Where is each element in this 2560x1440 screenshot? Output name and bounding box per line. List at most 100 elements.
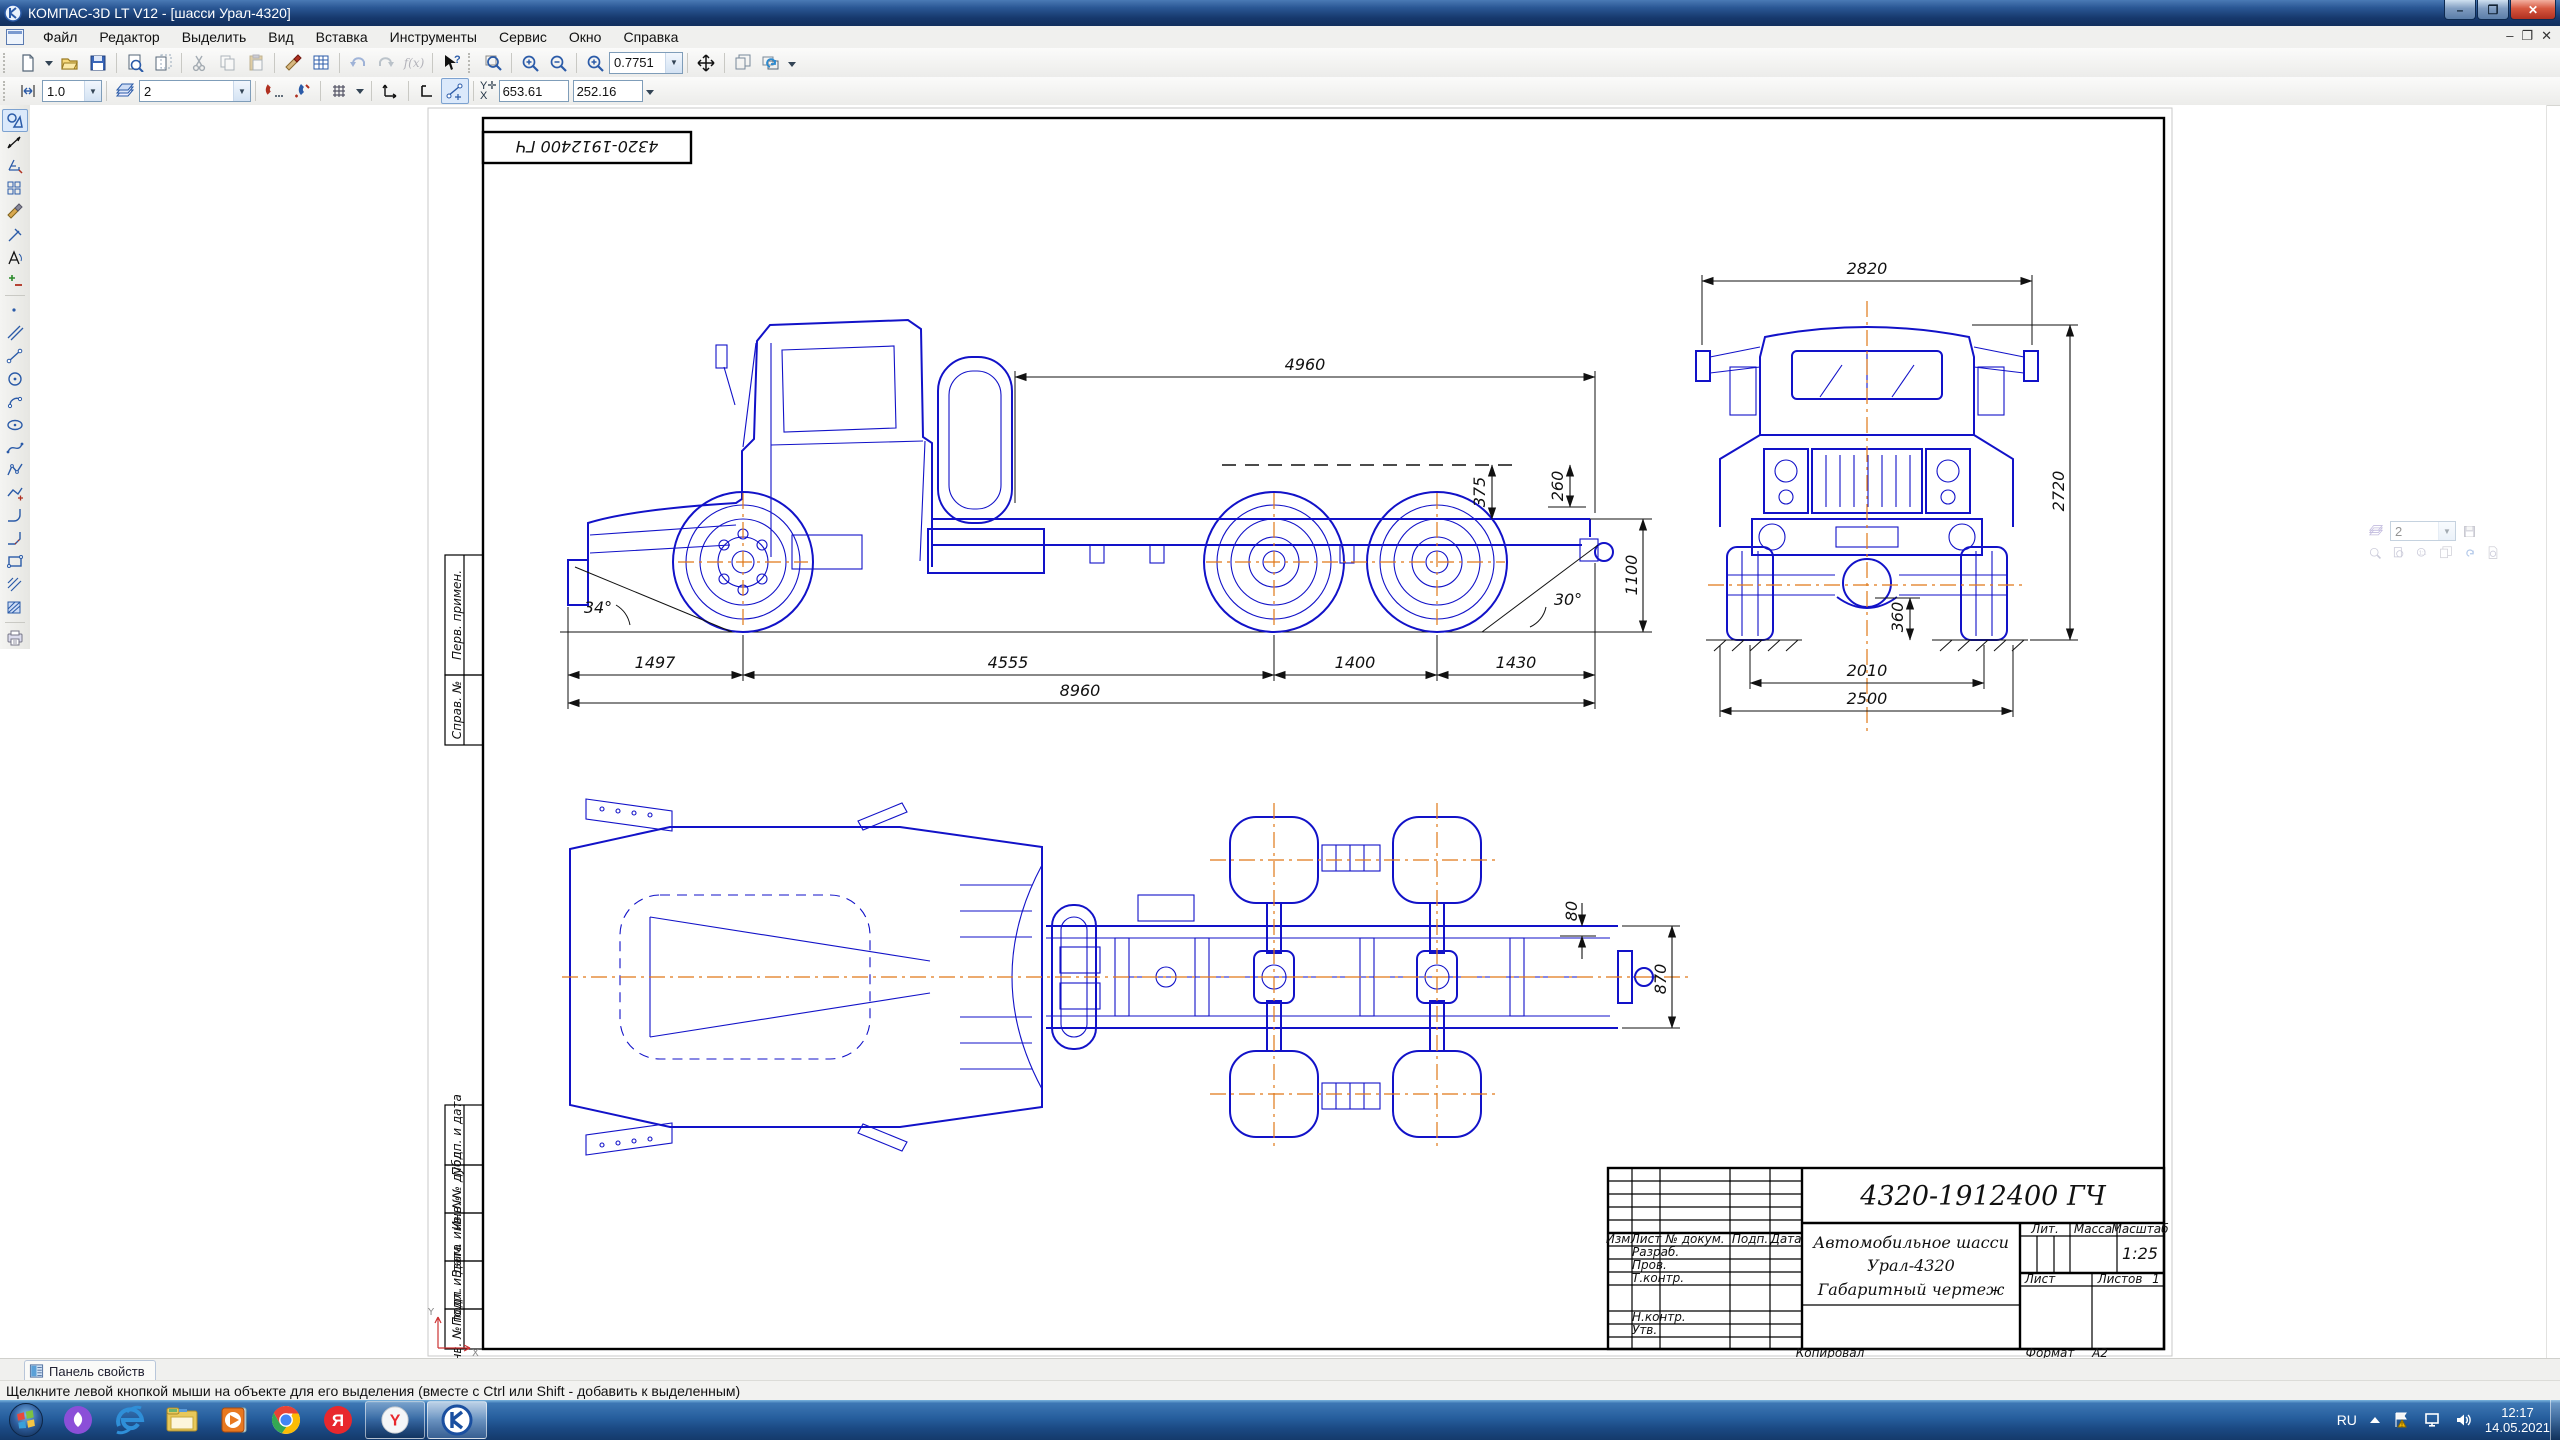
zoom-window-icon[interactable] bbox=[2364, 543, 2386, 563]
ortho-mode-button[interactable] bbox=[413, 78, 441, 104]
coord-x-field[interactable]: 653.61 bbox=[499, 80, 569, 102]
chamfer-tool-button[interactable] bbox=[2, 528, 28, 551]
zoom-scale-icon[interactable]: 1:1 bbox=[2411, 543, 2433, 563]
dimensions-mode-button[interactable] bbox=[2, 132, 28, 155]
taskbar-yandex-icon[interactable]: Я bbox=[312, 1401, 364, 1439]
network-icon[interactable] bbox=[2423, 1412, 2443, 1428]
fillet-tool-button[interactable] bbox=[2, 505, 28, 528]
rounding-toggle-button[interactable] bbox=[441, 78, 469, 104]
undo-button[interactable] bbox=[344, 50, 372, 76]
chevron-down-icon[interactable]: ▼ bbox=[665, 53, 682, 73]
zoom-out-button[interactable] bbox=[544, 50, 572, 76]
chevron-down-icon[interactable]: ▼ bbox=[233, 81, 250, 101]
minimize-button[interactable]: – bbox=[2444, 0, 2476, 20]
layer-combo[interactable]: 2 ▼ bbox=[139, 80, 251, 102]
new-document-button[interactable] bbox=[14, 50, 42, 76]
parametrization-mode-button[interactable] bbox=[2, 223, 28, 246]
step-combo[interactable]: 1.0 ▼ bbox=[42, 80, 102, 102]
polyline-tool-button[interactable] bbox=[2, 459, 28, 482]
update-image-button[interactable] bbox=[729, 50, 757, 76]
mdi-close-button[interactable]: ✕ bbox=[2541, 28, 2552, 44]
local-cs-button[interactable] bbox=[376, 78, 404, 104]
taskbar-explorer-icon[interactable] bbox=[156, 1401, 208, 1439]
cut-button[interactable] bbox=[186, 50, 214, 76]
segment-tool-button[interactable] bbox=[2, 345, 28, 368]
zoom-scale-value[interactable]: 0.7751 bbox=[610, 55, 665, 70]
format-brush-button[interactable] bbox=[279, 50, 307, 76]
new-document-dropdown[interactable] bbox=[42, 50, 56, 76]
copy-button[interactable] bbox=[214, 50, 242, 76]
hatch-lines-tool-button[interactable] bbox=[2, 573, 28, 596]
step-value[interactable]: 1.0 bbox=[43, 84, 84, 99]
redo-button[interactable] bbox=[372, 50, 400, 76]
spreadsheet-button[interactable] bbox=[307, 50, 335, 76]
layers-icon[interactable] bbox=[2364, 521, 2388, 541]
editing-mode-button[interactable] bbox=[2, 201, 28, 224]
layer-value[interactable]: 2 bbox=[140, 84, 233, 99]
menu-insert[interactable]: Вставка bbox=[305, 27, 379, 47]
auxiliary-line-tool-button[interactable] bbox=[2, 322, 28, 345]
close-button[interactable]: ✕ bbox=[2510, 0, 2556, 20]
continuous-input-tool-button[interactable] bbox=[2, 482, 28, 505]
fx-variables-button[interactable]: f(x) bbox=[400, 50, 428, 76]
coord-y-field[interactable]: 252.16 bbox=[573, 80, 643, 102]
taskbar-chrome-icon[interactable] bbox=[260, 1401, 312, 1439]
toolbar-grip[interactable] bbox=[468, 53, 476, 73]
taskbar-ie-icon[interactable] bbox=[104, 1401, 156, 1439]
start-button[interactable] bbox=[0, 1401, 52, 1439]
grid-dropdown[interactable] bbox=[353, 78, 367, 104]
context-help-button[interactable]: ? bbox=[437, 50, 465, 76]
toolbar-options-chevron[interactable] bbox=[643, 78, 657, 104]
save-icon[interactable] bbox=[2458, 521, 2480, 541]
mdi-minimize-button[interactable]: – bbox=[2506, 28, 2513, 44]
array-mode-button[interactable] bbox=[2, 178, 28, 201]
geometry-mode-button[interactable] bbox=[2, 109, 28, 132]
circle-tool-button[interactable] bbox=[2, 368, 28, 391]
floating-view-toolbar[interactable]: 2▼ 1:1 bbox=[2364, 521, 2504, 567]
menu-view[interactable]: Вид bbox=[257, 27, 304, 47]
zoom-selected-button[interactable] bbox=[581, 50, 609, 76]
menu-help[interactable]: Справка bbox=[612, 27, 689, 47]
chevron-down-icon[interactable]: ▼ bbox=[84, 81, 101, 101]
print-preview-button[interactable] bbox=[121, 50, 149, 76]
show-desktop-button[interactable] bbox=[2550, 1400, 2560, 1440]
drawing-canvas[interactable]: 4320-1912400 ГЧ Перв. примен. Справ. № П… bbox=[30, 105, 2547, 1358]
rectangle-tool-button[interactable] bbox=[2, 551, 28, 574]
selection-mode-button[interactable] bbox=[2, 269, 28, 292]
zoom-in-button[interactable] bbox=[516, 50, 544, 76]
menu-edit[interactable]: Редактор bbox=[88, 27, 170, 47]
refresh-icon[interactable] bbox=[2459, 543, 2481, 563]
point-tool-button[interactable] bbox=[2, 299, 28, 322]
ghost-layer-combo[interactable]: 2▼ bbox=[2390, 521, 2456, 541]
page-setup-button[interactable] bbox=[149, 50, 177, 76]
taskbar-yandex-browser-button[interactable]: Y bbox=[365, 1401, 425, 1439]
taskbar-media-player-icon[interactable] bbox=[208, 1401, 260, 1439]
menu-file[interactable]: Файл bbox=[32, 27, 88, 47]
document-icon[interactable] bbox=[6, 29, 24, 45]
annotations-mode-button[interactable] bbox=[2, 155, 28, 178]
toolbar-options-chevron[interactable] bbox=[785, 50, 799, 76]
taskbar-kompas-button[interactable] bbox=[427, 1401, 487, 1439]
restore-button[interactable]: ❐ bbox=[2477, 0, 2509, 20]
grid-button[interactable] bbox=[325, 78, 353, 104]
taskbar-clock[interactable]: 12:17 14.05.2021 bbox=[2485, 1405, 2550, 1435]
menu-window[interactable]: Окно bbox=[558, 27, 613, 47]
local-snaps-button[interactable] bbox=[288, 78, 316, 104]
language-indicator[interactable]: RU bbox=[2337, 1412, 2357, 1428]
zoom-by-frame-button[interactable] bbox=[479, 50, 507, 76]
properties-panel-tab[interactable]: Панель свойств bbox=[24, 1360, 156, 1381]
save-button[interactable] bbox=[84, 50, 112, 76]
toolbar-grip[interactable] bbox=[3, 53, 11, 73]
preview-icon[interactable] bbox=[2482, 543, 2504, 563]
snap-settings-button[interactable] bbox=[260, 78, 288, 104]
menu-service[interactable]: Сервис bbox=[488, 27, 558, 47]
taskbar-alice-icon[interactable] bbox=[52, 1401, 104, 1439]
ellipse-tool-button[interactable] bbox=[2, 413, 28, 436]
menu-tools[interactable]: Инструменты bbox=[379, 27, 488, 47]
open-button[interactable] bbox=[56, 50, 84, 76]
zoom-doc-icon[interactable] bbox=[2388, 543, 2410, 563]
spline-tool-button[interactable] bbox=[2, 436, 28, 459]
arc-tool-button[interactable] bbox=[2, 390, 28, 413]
action-center-flag-icon[interactable]: ! bbox=[2393, 1412, 2411, 1428]
update-image-icon[interactable] bbox=[2435, 543, 2457, 563]
